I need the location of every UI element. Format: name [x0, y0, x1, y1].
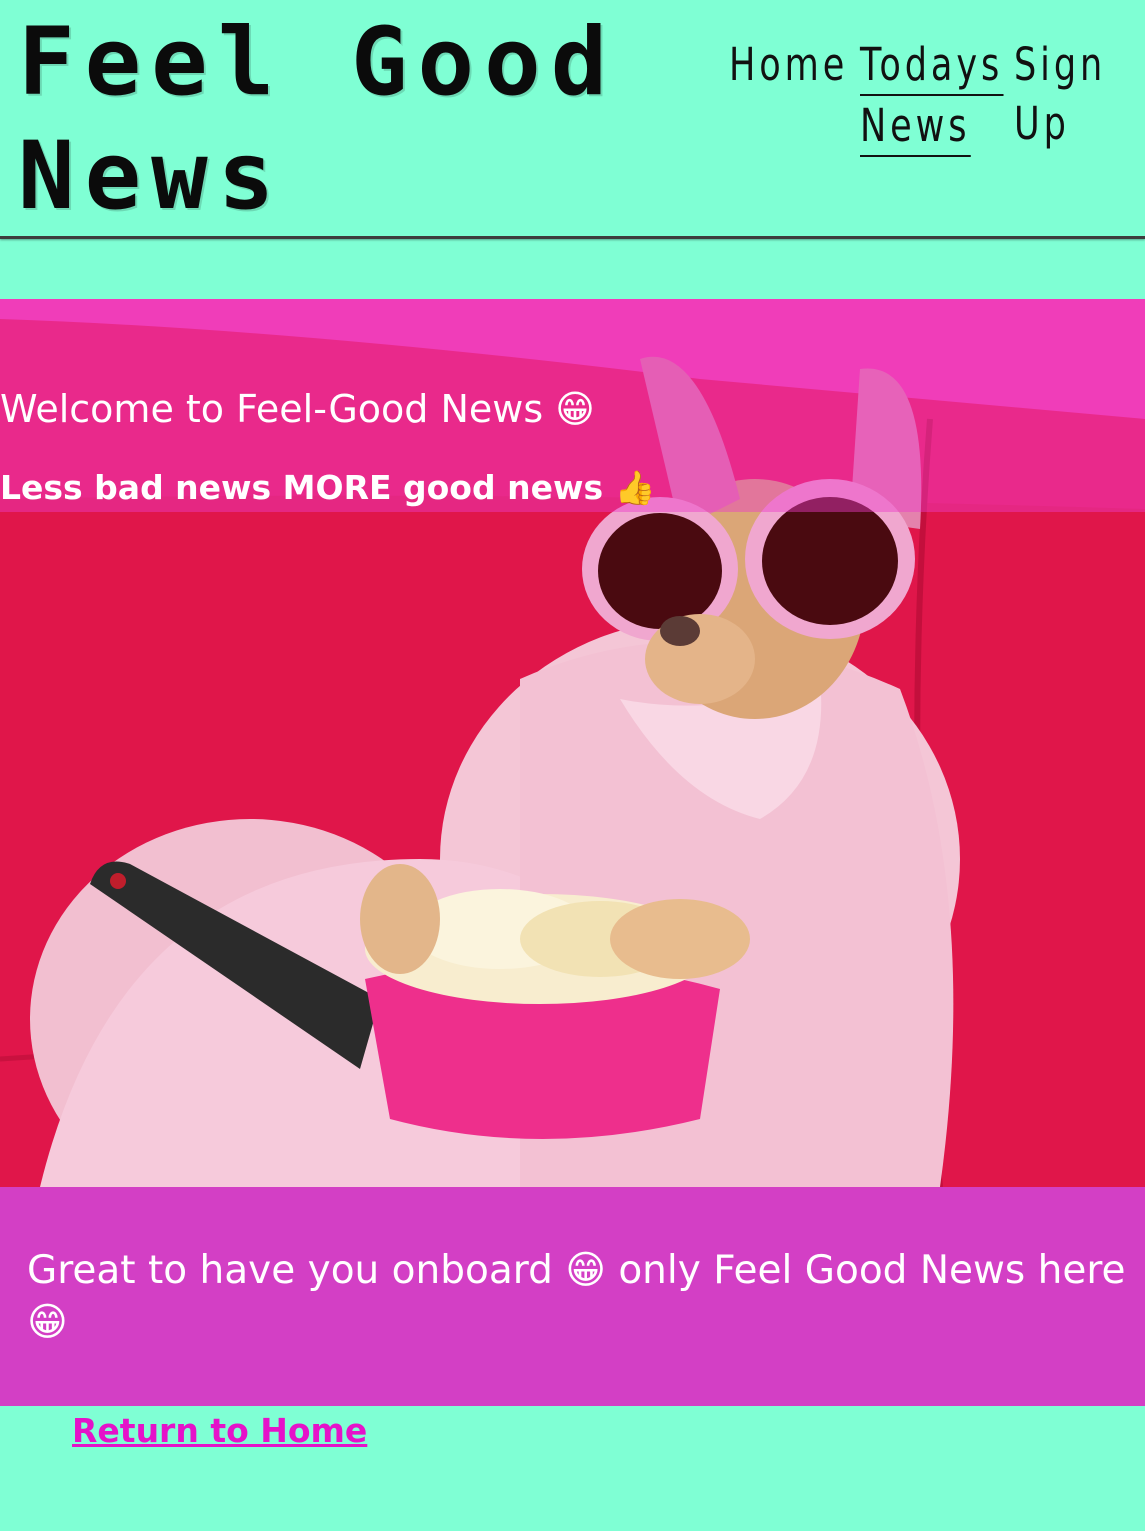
- nav-link-home[interactable]: Home: [729, 35, 848, 94]
- hero-image: [0, 299, 1145, 1187]
- nav-link-todays-news[interactable]: Todays News: [860, 35, 1004, 157]
- nav-link-sign-up[interactable]: Sign Up: [1014, 35, 1106, 153]
- hero-subtitle: Less bad news MORE good news 👍: [0, 468, 656, 507]
- site-header: Feel Good News Home Todays News Sign Up: [0, 0, 1145, 239]
- main-nav: Home Todays News Sign Up: [0, 0, 1145, 236]
- return-home-link[interactable]: Return to Home: [72, 1411, 367, 1450]
- welcome-message: Great to have you onboard 😁 only Feel Go…: [27, 1248, 1126, 1345]
- nav-link-todays-news-line1: Todays: [860, 35, 1004, 96]
- nav-link-sign-up-line1: Sign: [1014, 38, 1107, 91]
- nav-link-home-label: Home: [729, 38, 849, 91]
- nav-link-sign-up-line2: Up: [1014, 97, 1070, 150]
- hero-title: Welcome to Feel-Good News 😁: [0, 387, 595, 431]
- welcome-band: Great to have you onboard 😁 only Feel Go…: [0, 1187, 1145, 1406]
- nav-link-todays-news-line2: News: [860, 96, 971, 157]
